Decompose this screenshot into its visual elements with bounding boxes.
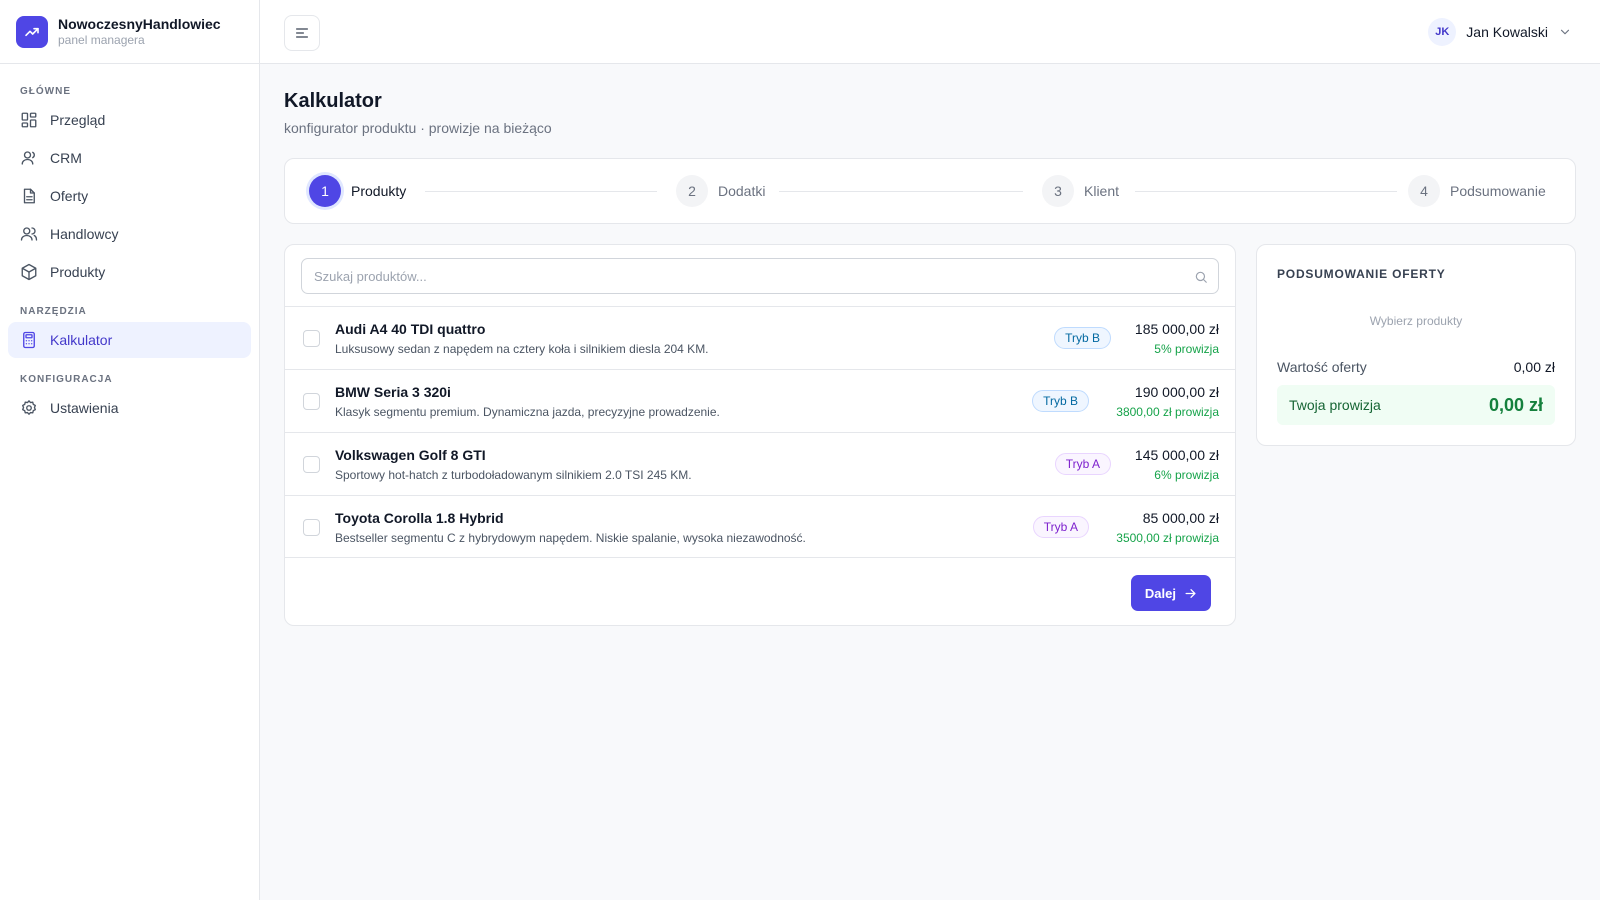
sidebar-item-ustawienia[interactable]: Ustawienia [8,390,251,426]
product-price: 145 000,00 zł [1134,447,1219,463]
sidebar-item-oferty[interactable]: Oferty [8,178,251,214]
search-icon [1195,271,1207,283]
product-checkbox[interactable] [303,393,320,410]
step-connector [779,191,1023,192]
product-row[interactable]: Volkswagen Golf 8 GTI Sportowy hot-hatch… [285,432,1235,495]
commission-label: Twoja prowizja [1289,397,1381,413]
product-row[interactable]: Toyota Corolla 1.8 Hybrid Bestseller seg… [285,495,1235,558]
sidebar-item-label: Oferty [50,188,89,204]
product-commission: 6% prowizja [1154,468,1219,482]
nav-section-title: NARZĘDZIA [20,305,87,317]
sidebar-item-label: Kalkulator [50,332,113,348]
user-icon [21,151,35,165]
sidebar-item-produkty[interactable]: Produkty [8,254,251,290]
product-commission: 5% prowizja [1154,342,1219,356]
mode-badge: Tryb A [1054,453,1111,475]
search-box [301,258,1219,294]
sidebar-nav: GŁÓWNE Przegląd CRM Oferty Handlowcy Pro… [0,64,259,438]
step-label: Produkty [351,183,407,199]
sidebar: NowoczesnyHandlowiec panel managera GŁÓW… [0,0,260,900]
step-number: 4 [1408,175,1440,207]
brand-subtitle: panel managera [58,32,145,47]
step-label: Dodatki [718,183,766,199]
product-description: Luksusowy sedan z napędem na cztery koła… [335,342,709,356]
commission-box: Twoja prowizja 0,00 zł [1277,385,1555,425]
user-menu[interactable]: JK Jan Kowalski [1428,18,1572,46]
sidebar-item-label: CRM [50,150,82,166]
product-list: Audi A4 40 TDI quattro Luksusowy sedan z… [285,306,1235,558]
offer-value: 0,00 zł [1513,359,1555,375]
brand[interactable]: NowoczesnyHandlowiec panel managera [0,0,259,64]
trending-up-icon [16,15,48,48]
document-icon [23,188,35,204]
page-subtitle: konfigurator produktu · prowizje na bież… [284,120,552,136]
product-name: BMW Seria 3 320i [335,384,451,400]
gear-icon [22,400,36,415]
mode-badge: Tryb B [1032,390,1089,412]
sidebar-item-handlowcy[interactable]: Handlowcy [8,216,251,252]
stepper: 1 Produkty 2 Dodatki 3 Klient 4 Podsumow… [284,158,1576,224]
product-description: Bestseller segmentu C z hybrydowym napęd… [335,531,806,545]
sidebar-item-label: Przegląd [50,112,106,128]
arrow-right-icon [1185,588,1196,598]
product-name: Toyota Corolla 1.8 Hybrid [335,510,504,526]
step-podsumowanie[interactable]: 4 Podsumowanie [1408,175,1546,207]
mode-badge: Tryb A [1032,516,1089,538]
sidebar-item-kalkulator[interactable]: Kalkulator [8,322,251,358]
product-commission: 3800,00 zł prowizja [1116,405,1219,419]
chevron-down-icon [1560,29,1570,35]
dashboard-icon [21,112,37,128]
summary-empty-text: Wybierz produkty [1369,314,1463,328]
step-number: 3 [1042,175,1074,207]
commission-value: 0,00 zł [1488,395,1543,415]
product-checkbox[interactable] [303,519,320,536]
step-klient[interactable]: 3 Klient [1042,175,1119,207]
step-number: 1 [309,175,341,207]
product-commission: 3500,00 zł prowizja [1116,531,1219,545]
brand-name: NowoczesnyHandlowiec [58,15,221,32]
product-checkbox[interactable] [303,456,320,473]
nav-section-title: GŁÓWNE [20,85,71,97]
summary-title: PODSUMOWANIE OFERTY [1277,267,1446,281]
product-price: 185 000,00 zł [1134,321,1219,337]
box-icon [21,263,37,281]
step-connector [1135,191,1397,192]
product-price: 190 000,00 zł [1134,384,1219,400]
step-produkty[interactable]: 1 Produkty [309,175,406,207]
sidebar-item-przeglad[interactable]: Przegląd [8,102,251,138]
product-description: Sportowy hot-hatch z turbodoładowanym si… [335,468,692,482]
user-name: Jan Kowalski [1466,24,1548,40]
step-label: Podsumowanie [1450,183,1546,199]
product-description: Klasyk segmentu premium. Dynamiczna jazd… [335,405,720,419]
product-row[interactable]: BMW Seria 3 320i Klasyk segmentu premium… [285,369,1235,432]
step-dodatki[interactable]: 2 Dodatki [676,175,765,207]
product-checkbox[interactable] [303,330,320,347]
sidebar-item-crm[interactable]: CRM [8,140,251,176]
product-name: Audi A4 40 TDI quattro [335,321,486,337]
offer-summary-card: PODSUMOWANIE OFERTY Wybierz produkty War… [1256,244,1576,446]
nav-section-title: KONFIGURACJA [20,373,113,385]
sidebar-item-label: Produkty [50,264,106,280]
next-button[interactable]: Dalej [1130,575,1211,611]
products-card: Audi A4 40 TDI quattro Luksusowy sedan z… [284,244,1236,626]
step-connector [425,191,657,192]
topbar: JK Jan Kowalski [260,0,1600,64]
next-button-label: Dalej [1144,585,1176,601]
sidebar-item-label: Handlowcy [50,226,119,242]
avatar: JK [1428,18,1457,46]
offer-value-label: Wartość oferty [1277,359,1367,375]
mode-badge: Tryb B [1054,327,1111,349]
search-input[interactable] [302,259,1218,293]
product-price: 85 000,00 zł [1142,510,1219,526]
step-label: Klient [1084,183,1120,199]
product-name: Volkswagen Golf 8 GTI [335,447,486,463]
step-number: 2 [676,175,708,207]
page-title: Kalkulator [284,90,382,112]
menu-icon [296,28,308,38]
menu-toggle-button[interactable] [284,15,320,51]
users-icon [20,227,38,241]
sidebar-item-label: Ustawienia [50,400,119,416]
calculator-icon [23,331,35,349]
product-row[interactable]: Audi A4 40 TDI quattro Luksusowy sedan z… [285,306,1235,369]
